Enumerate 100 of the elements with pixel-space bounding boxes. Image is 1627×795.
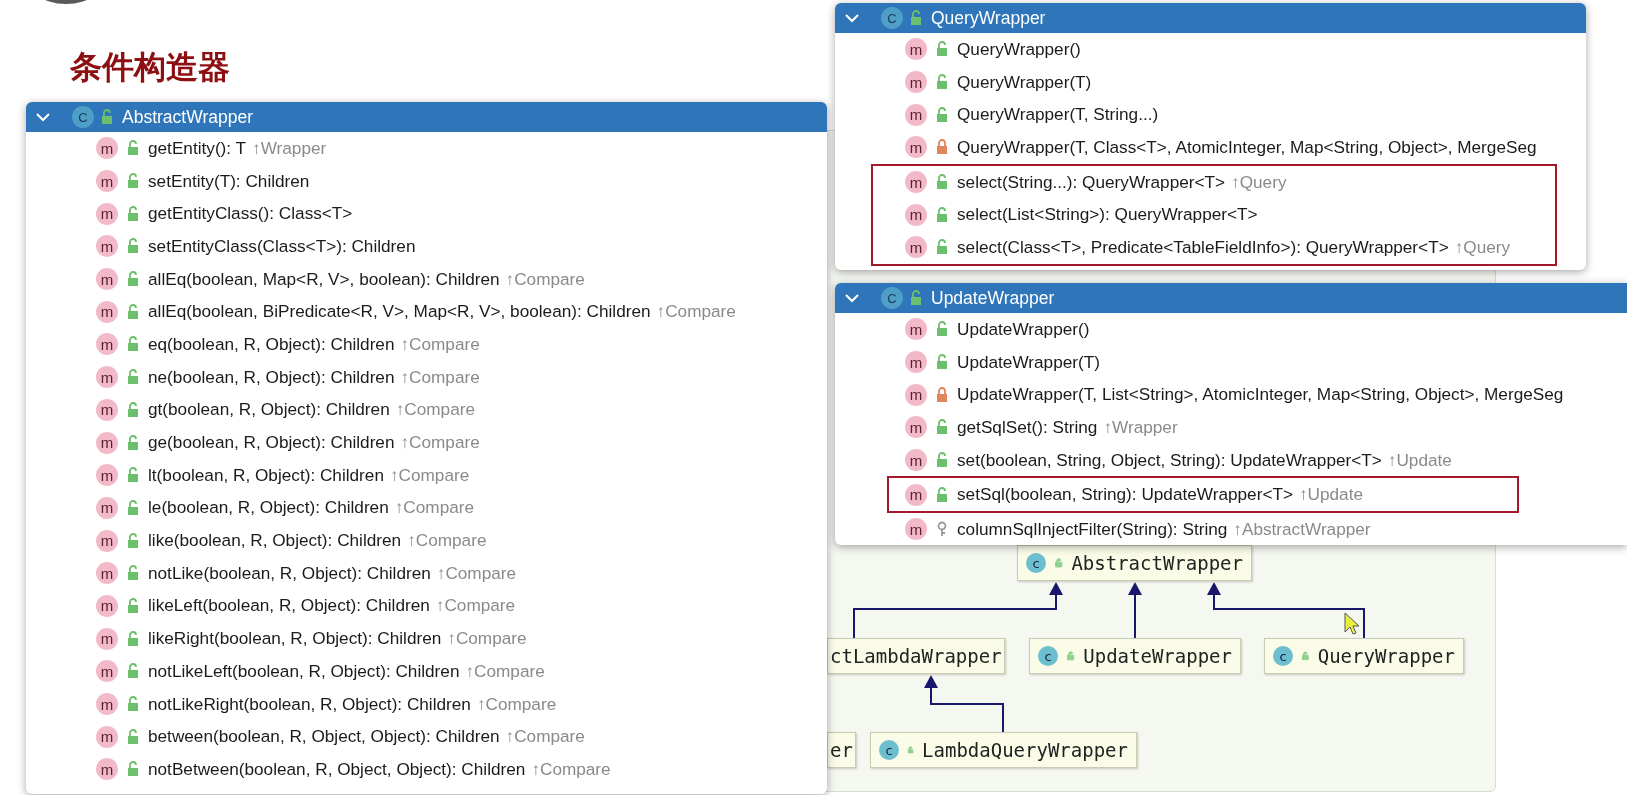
method-signature[interactable]: set(boolean, String, Object, String): UpdateWrapper<T> — [957, 449, 1382, 471]
chevron-icon[interactable] — [845, 293, 859, 303]
member-row[interactable]: m set(boolean, String, Object, String): UpdateWrapper<T> ↑Update — [835, 443, 1627, 477]
inherited-from-label: ↑Compare — [531, 758, 611, 780]
member-row[interactable]: m allEq(boolean, Map<R, V>, boolean): Children ↑Compare — [26, 262, 827, 296]
member-row[interactable]: m QueryWrapper(T) — [835, 65, 1586, 99]
method-signature[interactable]: likeLeft(boolean, R, Object): Children — [148, 595, 430, 617]
method-signature[interactable]: UpdateWrapper(T, List<String>, AtomicInteger, Map<String, Object>, MergeSeg — [957, 384, 1564, 406]
method-signature[interactable]: select(List<String>): QueryWrapper<T> — [957, 204, 1258, 226]
class-name: UpdateWrapper — [931, 287, 1055, 309]
method-signature[interactable]: UpdateWrapper(T) — [957, 351, 1100, 373]
method-signature[interactable]: between(boolean, R, Object, Object): Children — [148, 726, 500, 748]
method-signature[interactable]: likeRight(boolean, R, Object): Children — [148, 628, 442, 650]
member-row[interactable]: m getEntity(): T ↑Wrapper — [26, 132, 827, 165]
member-row[interactable]: m notBetween(boolean, R, Object, Object): Children ↑Compare — [26, 753, 827, 786]
chevron-icon[interactable] — [36, 112, 50, 122]
member-row[interactable]: m like(boolean, R, Object): Children ↑Compare — [26, 524, 827, 557]
method-signature[interactable]: notLikeRight(boolean, R, Object): Children — [148, 693, 471, 715]
member-row[interactable]: m allEq(boolean, BiPredicate<R, V>, Map<R, V>, boolean): Children ↑Compare — [26, 295, 827, 329]
method-signature[interactable]: setEntity(T): Children — [148, 170, 310, 192]
method-signature[interactable]: ne(boolean, R, Object): Children — [148, 366, 395, 388]
method-icon: m — [96, 693, 118, 716]
chevron-icon[interactable] — [845, 13, 859, 23]
method-signature[interactable]: QueryWrapper(T, Class<T>, AtomicInteger, Map<String, Object>, MergeSeg — [957, 136, 1537, 158]
method-icon: m — [96, 660, 118, 683]
member-row[interactable]: m setSql(boolean, String): UpdateWrapper<T> ↑Update — [889, 478, 1517, 512]
method-signature[interactable]: allEq(boolean, Map<R, V>, boolean): Children — [148, 268, 500, 290]
member-row[interactable]: m likeRight(boolean, R, Object): Children ↑Compare — [26, 622, 827, 655]
method-signature[interactable]: ge(boolean, R, Object): Children — [148, 432, 395, 454]
member-row[interactable]: m QueryWrapper(T, Class<T>, AtomicInteger, Map<String, Object>, MergeSeg — [835, 131, 1586, 164]
member-row[interactable]: m gt(boolean, R, Object): Children ↑Compare — [26, 393, 827, 427]
unlocked-lock-icon — [935, 206, 949, 223]
class-name: ctLambdaWrapper — [830, 645, 1002, 667]
member-row[interactable]: m le(boolean, R, Object): Children ↑Compare — [26, 491, 827, 525]
inherited-from-label: ↑Compare — [435, 595, 516, 617]
member-row[interactable]: m UpdateWrapper(T) — [835, 345, 1627, 379]
method-signature[interactable]: getEntityClass(): Class<T> — [148, 203, 353, 225]
member-row[interactable]: m notLikeLeft(boolean, R, Object): Children ↑Compare — [26, 655, 827, 688]
inherited-from-label: ↑Update — [1387, 449, 1452, 471]
member-row[interactable]: m columnSqlInjectFilter(String): String ↑AbstractWrapper — [835, 513, 1627, 545]
class-node[interactable]: c LambdaQueryWrapper — [870, 732, 1137, 768]
method-signature[interactable]: QueryWrapper(T) — [957, 71, 1092, 93]
method-signature[interactable]: le(boolean, R, Object): Children — [148, 497, 389, 519]
method-signature[interactable]: setSql(boolean, String): UpdateWrapper<T> — [957, 484, 1293, 506]
member-row[interactable]: m UpdateWrapper(T, List<String>, AtomicInteger, Map<String, Object>, MergeSeg — [835, 378, 1627, 412]
member-row[interactable]: m getSqlSet(): String ↑Wrapper — [835, 411, 1627, 444]
method-signature[interactable]: like(boolean, R, Object): Children — [148, 530, 402, 552]
member-row[interactable]: m notLike(boolean, R, Object): Children ↑Compare — [26, 556, 827, 590]
method-signature[interactable]: allEq(boolean, BiPredicate<R, V>, Map<R, V>, boolean): Children — [148, 301, 651, 323]
class-node[interactable]: er — [827, 732, 856, 768]
member-row[interactable]: m eq(boolean, R, Object): Children ↑Compare — [26, 328, 827, 361]
method-icon: m — [96, 202, 118, 225]
method-icon: m — [905, 71, 927, 94]
class-icon: c — [1026, 553, 1046, 573]
member-row[interactable]: m notLikeRight(boolean, R, Object): Children ↑Compare — [26, 687, 827, 721]
method-signature[interactable]: notLikeLeft(boolean, R, Object): Children — [148, 660, 460, 682]
method-icon: m — [96, 431, 118, 454]
member-row[interactable]: m setEntity(T): Children — [26, 164, 827, 198]
method-signature[interactable]: QueryWrapper() — [957, 38, 1081, 60]
member-row[interactable]: m select(Class<T>, Predicate<TableFieldInfo>): QueryWrapper<T> ↑Query — [873, 231, 1555, 264]
method-signature[interactable]: gt(boolean, R, Object): Children — [148, 399, 390, 421]
unlocked-lock-icon — [126, 369, 140, 386]
method-signature[interactable]: lt(boolean, R, Object): Children — [148, 464, 384, 486]
method-signature[interactable]: select(String...): QueryWrapper<T> — [957, 171, 1226, 193]
method-signature[interactable]: setEntityClass(Class<T>): Children — [148, 235, 416, 257]
method-signature[interactable]: notLike(boolean, R, Object): Children — [148, 562, 431, 584]
member-row[interactable]: m getEntityClass(): Class<T> — [26, 197, 827, 231]
method-signature[interactable]: getEntity(): T — [148, 137, 247, 159]
class-node[interactable]: ctLambdaWrapper — [827, 638, 1005, 674]
class-node[interactable]: c QueryWrapper — [1264, 638, 1464, 674]
member-row[interactable]: m ge(boolean, R, Object): Children ↑Compare — [26, 426, 827, 459]
member-row[interactable]: m ne(boolean, R, Object): Children ↑Compare — [26, 360, 827, 394]
method-signature[interactable]: eq(boolean, R, Object): Children — [148, 333, 395, 355]
unlocked-lock-icon — [126, 140, 140, 157]
class-icon: C — [72, 106, 94, 128]
method-signature[interactable]: select(Class<T>, Predicate<TableFieldInfo>): QueryWrapper<T> — [957, 236, 1449, 258]
unlocked-lock-icon — [126, 499, 140, 516]
method-icon: m — [905, 203, 927, 226]
inheritance-arrow — [1128, 582, 1142, 639]
inherited-from-label: ↑Compare — [505, 268, 585, 290]
method-signature[interactable]: getSqlSet(): String — [957, 416, 1098, 438]
member-row[interactable]: m between(boolean, R, Object, Object): Children ↑Compare — [26, 720, 827, 754]
unlocked-lock-icon — [126, 630, 140, 647]
member-row[interactable]: m lt(boolean, R, Object): Children ↑Compare — [26, 458, 827, 492]
method-signature[interactable]: QueryWrapper(T, String...) — [957, 104, 1159, 126]
member-row[interactable]: m setEntityClass(Class<T>): Children — [26, 230, 827, 263]
member-row[interactable]: m select(List<String>): QueryWrapper<T> — [873, 198, 1555, 232]
method-signature[interactable]: UpdateWrapper() — [957, 318, 1090, 340]
member-row[interactable]: m UpdateWrapper() — [835, 313, 1627, 346]
method-icon: m — [905, 449, 927, 472]
member-row[interactable]: m likeLeft(boolean, R, Object): Children ↑Compare — [26, 589, 827, 623]
method-signature[interactable]: columnSqlInjectFilter(String): String — [957, 518, 1228, 540]
class-node[interactable]: c AbstractWrapper — [1017, 545, 1252, 581]
method-icon: m — [905, 38, 927, 61]
member-row[interactable]: m QueryWrapper(T, String...) — [835, 98, 1586, 132]
member-row[interactable]: m QueryWrapper() — [835, 33, 1586, 66]
class-name: er — [830, 739, 853, 761]
class-node[interactable]: c UpdateWrapper — [1029, 638, 1241, 674]
member-row[interactable]: m select(String...): QueryWrapper<T> ↑Query — [873, 165, 1555, 199]
method-signature[interactable]: notBetween(boolean, R, Object, Object): Children — [148, 758, 526, 780]
